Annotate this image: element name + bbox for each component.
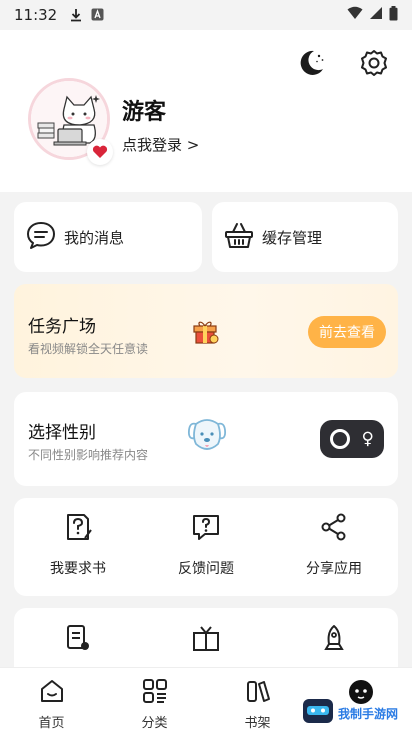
tab-category[interactable]: 分类 [103, 668, 206, 732]
basket-icon [224, 221, 254, 253]
task-plaza-subtitle: 看视频解锁全天任意读 [28, 342, 149, 356]
profile-header: 游客 点我登录 > [0, 30, 412, 192]
toggle-knob [330, 429, 350, 449]
message-bubble-icon [26, 221, 56, 253]
category-icon [142, 678, 168, 708]
status-bar: 11:32 [0, 0, 412, 30]
tab-category-label: 分类 [141, 716, 168, 731]
login-link[interactable]: 点我登录 > [122, 134, 199, 155]
cache-management-label: 缓存管理 [262, 228, 323, 247]
username: 游客 [122, 100, 167, 125]
tab-bookshelf-label: 书架 [244, 716, 271, 731]
status-time: 11:32 [14, 6, 58, 24]
heart-badge-icon [87, 139, 113, 165]
my-messages-label: 我的消息 [64, 228, 125, 247]
request-book-label: 我要求书 [50, 561, 106, 577]
more-action-2[interactable] [142, 608, 270, 668]
puppy-icon [186, 416, 228, 460]
tab-home[interactable]: 首页 [0, 668, 103, 732]
settings-gear-icon[interactable] [357, 46, 391, 80]
watermark-logo-icon [302, 696, 334, 730]
task-plaza-title: 任务广场 [28, 317, 96, 337]
watermark-text: 我制手游网 [338, 706, 399, 721]
task-plaza-card[interactable]: 任务广场 看视频解锁全天任意读 前去查看 [14, 284, 398, 378]
gift-icon [192, 318, 220, 348]
home-icon [39, 678, 65, 708]
more-action-3[interactable] [270, 608, 398, 668]
share-app-label: 分享应用 [306, 561, 362, 577]
battery-icon [389, 5, 398, 25]
female-symbol-icon: ♀ [361, 429, 374, 449]
rocket-icon [321, 624, 347, 656]
my-messages-button[interactable]: 我的消息 [14, 202, 202, 272]
app-notification-icon [91, 8, 105, 22]
share-icon [319, 512, 349, 546]
tab-home-label: 首页 [38, 716, 65, 731]
feedback-label: 反馈问题 [178, 561, 234, 577]
signal-icon [369, 6, 383, 24]
gender-title: 选择性别 [28, 423, 96, 443]
more-actions-grid [14, 608, 398, 668]
gender-select-card: 选择性别 不同性别影响推荐内容 ♀ [14, 392, 398, 486]
request-book-button[interactable]: 我要求书 [14, 498, 142, 596]
share-app-button[interactable]: 分享应用 [270, 498, 398, 596]
go-view-button[interactable]: 前去查看 [308, 316, 386, 348]
gender-toggle[interactable]: ♀ [320, 420, 384, 458]
document-add-icon [65, 624, 91, 656]
gift-box-icon [191, 624, 221, 656]
book-request-icon [63, 512, 93, 546]
wifi-icon [347, 6, 363, 24]
download-icon [69, 8, 83, 22]
site-watermark: 我制手游网 [302, 696, 410, 730]
night-mode-icon[interactable] [294, 46, 328, 80]
avatar[interactable] [28, 78, 113, 165]
feedback-button[interactable]: 反馈问题 [142, 498, 270, 596]
tab-bookshelf[interactable]: 书架 [206, 668, 309, 732]
actions-grid: 我要求书 反馈问题 分享应用 [14, 498, 398, 596]
more-action-1[interactable] [14, 608, 142, 668]
feedback-icon [191, 512, 221, 546]
cache-management-button[interactable]: 缓存管理 [212, 202, 398, 272]
bookshelf-icon [245, 678, 271, 708]
gender-subtitle: 不同性别影响推荐内容 [28, 448, 149, 462]
